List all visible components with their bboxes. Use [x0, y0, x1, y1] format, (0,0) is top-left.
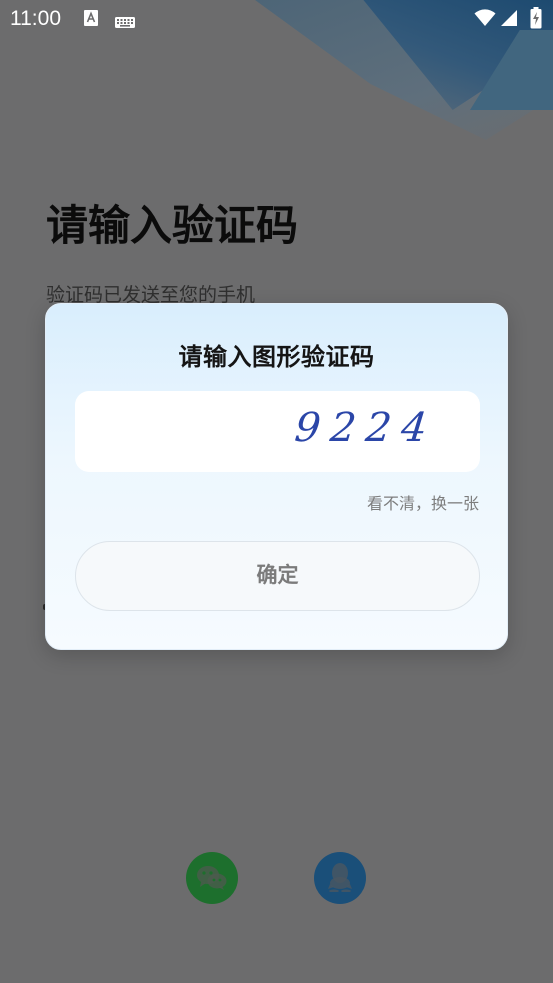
signal-icon [500, 9, 518, 31]
text-a-icon [84, 10, 98, 30]
screen: 11:00 请输入验证码 验证码已发送至您的手机 请输入图形验证码 9224 看… [0, 0, 553, 983]
status-time: 11:00 [10, 7, 61, 30]
confirm-button[interactable]: 确定 [75, 541, 480, 611]
battery-charging-icon [530, 7, 542, 33]
status-bar: 11:00 [0, 0, 553, 38]
dialog-title: 请输入图形验证码 [178, 343, 375, 371]
wifi-icon [474, 9, 496, 31]
keyboard-icon [115, 13, 135, 32]
captcha-code: 9224 [292, 405, 440, 451]
refresh-captcha-link[interactable]: 看不清，换一张 [367, 490, 479, 514]
page-title: 请输入验证码 [46, 201, 299, 250]
wechat-login-button[interactable] [186, 852, 238, 904]
qq-login-button[interactable] [314, 852, 366, 904]
captcha-image[interactable]: 9224 [75, 391, 480, 472]
qq-icon [328, 862, 352, 896]
wechat-icon [196, 864, 228, 896]
captcha-dialog: 请输入图形验证码 9224 看不清，换一张 确定 [45, 303, 508, 650]
